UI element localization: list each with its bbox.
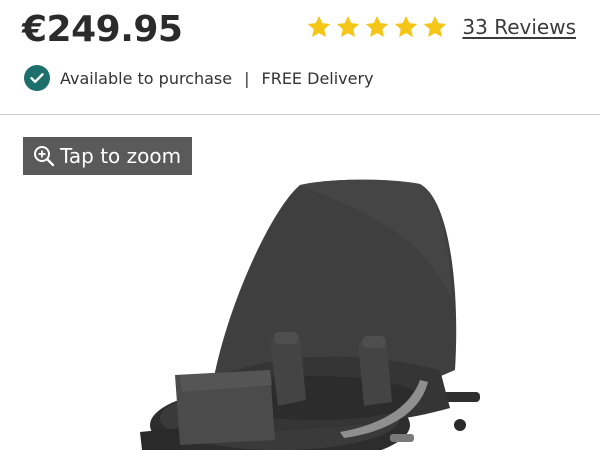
star-icon [424, 15, 447, 37]
availability-row: Available to purchase | FREE Delivery [24, 65, 374, 91]
product-image[interactable] [120, 170, 500, 450]
star-rating [306, 14, 448, 40]
separator: | [244, 68, 250, 88]
zoom-in-icon [34, 146, 55, 167]
availability-status: Available to purchase [60, 68, 233, 88]
star-icon [337, 15, 360, 37]
product-price: €249.95 [22, 9, 183, 50]
check-circle-icon [24, 65, 50, 91]
star-icon [366, 15, 389, 37]
star-icon [395, 15, 418, 37]
divider [0, 114, 600, 115]
zoom-label: Tap to zoom [60, 144, 182, 168]
star-icon [308, 15, 331, 37]
reviews-link[interactable]: 33 Reviews [462, 15, 576, 39]
product-rating[interactable]: 33 Reviews [306, 14, 576, 40]
delivery-info: FREE Delivery [261, 68, 374, 88]
